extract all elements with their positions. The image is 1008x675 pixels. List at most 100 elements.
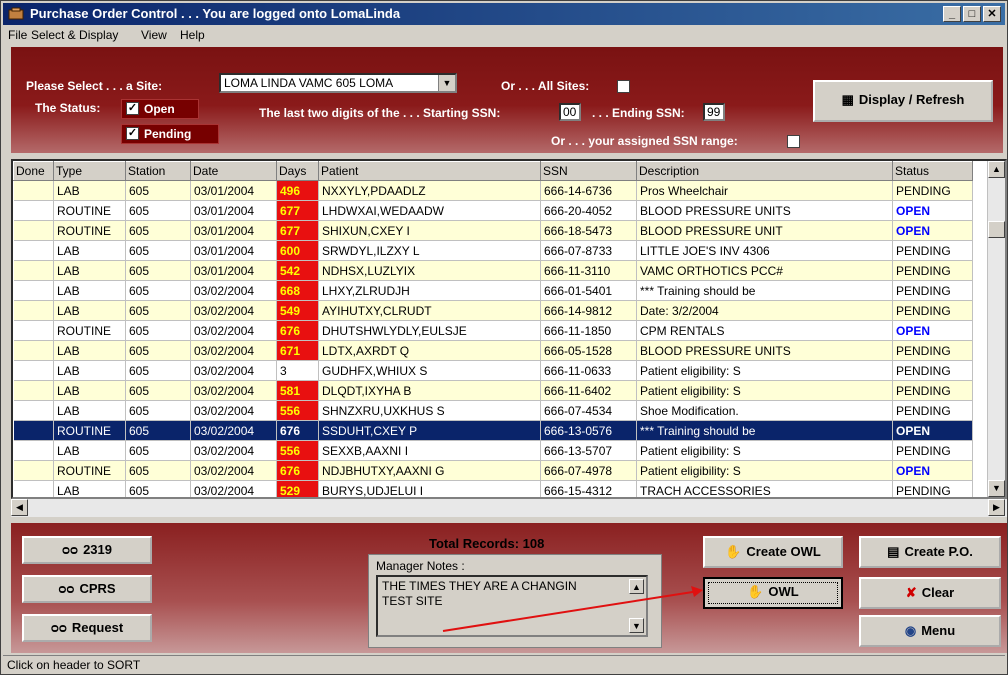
hand-icon: ✋	[747, 584, 764, 599]
cell-station: 605	[125, 440, 191, 461]
cell-type: ROUTINE	[53, 220, 126, 241]
cell-status: PENDING	[892, 440, 973, 461]
minimize-button[interactable]: _	[943, 6, 961, 22]
table-row[interactable]: LAB 605 03/02/2004 671 LDTX,AXRDT Q 666-05-15…	[13, 340, 973, 361]
pending-checkbox-group[interactable]: ✓ Pending	[121, 124, 219, 144]
total-records: Total Records: 108	[429, 536, 545, 551]
seal-icon: ◉	[904, 623, 917, 638]
cell-status: OPEN	[892, 460, 973, 481]
column-header-status[interactable]: Status	[892, 161, 973, 181]
table-row[interactable]: ROUTINE 605 03/01/2004 677 LHDWXAI,WEDAADW 66…	[13, 200, 973, 221]
cell-days: 677	[276, 200, 319, 221]
cell-station: 605	[125, 380, 191, 401]
column-header-patient[interactable]: Patient	[318, 161, 541, 181]
cell-status: OPEN	[892, 320, 973, 341]
btn-request[interactable]: ᴑᴑ Request	[22, 614, 152, 642]
table-row[interactable]: LAB 605 03/02/2004 556 SHNZXRU,UXKHUS S 666-0…	[13, 400, 973, 421]
cell-days: 676	[276, 320, 319, 341]
cell-date: 03/02/2004	[190, 380, 277, 401]
cell-patient: LDTX,AXRDT Q	[318, 340, 541, 361]
table-row[interactable]: LAB 605 03/02/2004 556 SEXXB,AAXNI I 666-13-5…	[13, 440, 973, 461]
column-header-ssn[interactable]: SSN	[540, 161, 637, 181]
table-row[interactable]: LAB 605 03/02/2004 529 BURYS,UDJELUI I 666-15…	[13, 480, 973, 497]
cell-type: LAB	[53, 440, 126, 461]
scroll-left-icon[interactable]: ◀	[11, 499, 28, 516]
cell-type: LAB	[53, 240, 126, 261]
column-header-done[interactable]: Done	[13, 161, 54, 181]
cell-description: Date: 3/2/2004	[636, 300, 893, 321]
column-header-station[interactable]: Station	[125, 161, 191, 181]
maximize-button[interactable]: □	[963, 6, 981, 22]
cell-ssn: 666-07-8733	[540, 240, 637, 261]
scroll-down-icon[interactable]: ▼	[988, 480, 1005, 497]
table-row[interactable]: ROUTINE 605 03/02/2004 676 SSDUHT,CXEY P 666-…	[13, 420, 973, 441]
cell-type: ROUTINE	[53, 320, 126, 341]
x-icon: ✘	[905, 585, 917, 600]
open-checkbox-group[interactable]: ✓ Open	[121, 99, 199, 119]
cell-description: BLOOD PRESSURE UNITS	[636, 200, 893, 221]
column-header-description[interactable]: Description	[636, 161, 893, 181]
cell-done	[13, 240, 54, 261]
cell-type: LAB	[53, 260, 126, 281]
cell-date: 03/02/2004	[190, 400, 277, 421]
cell-description: LITTLE JOE'S INV 4306	[636, 240, 893, 261]
cell-status: PENDING	[892, 340, 973, 361]
chevron-down-icon[interactable]: ▼	[438, 75, 455, 91]
btn-2319[interactable]: ᴑᴑ 2319	[22, 536, 152, 564]
assigned-ssn-checkbox[interactable]	[787, 135, 800, 148]
table-row[interactable]: LAB 605 03/01/2004 542 NDHSX,LUZLYIX 666-11-3…	[13, 260, 973, 281]
scroll-right-icon[interactable]: ▶	[988, 499, 1005, 516]
display-refresh-button[interactable]: ▦ Display / Refresh	[813, 80, 993, 122]
cell-patient: DLQDT,IXYHA B	[318, 380, 541, 401]
cell-patient: DHUTSHWLYDLY,EULSJE	[318, 320, 541, 341]
menu-select-display[interactable]: Select & Display	[31, 28, 118, 42]
cell-ssn: 666-11-0633	[540, 360, 637, 381]
menu-help[interactable]: Help	[180, 28, 205, 42]
table-row[interactable]: ROUTINE 605 03/02/2004 676 NDJBHUTXY,AAXNI G…	[13, 460, 973, 481]
menu-button[interactable]: ◉ Menu	[859, 615, 1001, 647]
cell-ssn: 666-13-0576	[540, 420, 637, 441]
close-button[interactable]: ✕	[983, 6, 1001, 22]
start-ssn-input[interactable]: 00	[559, 103, 581, 121]
cell-ssn: 666-20-4052	[540, 200, 637, 221]
cell-days: 581	[276, 380, 319, 401]
all-sites-checkbox[interactable]	[617, 80, 630, 93]
table-row[interactable]: LAB 605 03/02/2004 549 AYIHUTXY,CLRUDT 666-14…	[13, 300, 973, 321]
cell-ssn: 666-11-6402	[540, 380, 637, 401]
column-header-date[interactable]: Date	[190, 161, 277, 181]
create-owl-button[interactable]: ✋ Create OWL	[703, 536, 843, 568]
pending-checkbox[interactable]: ✓	[126, 127, 139, 140]
table-row[interactable]: LAB 605 03/02/2004 668 LHXY,ZLRUDJH 666-01-54…	[13, 280, 973, 301]
cell-type: ROUTINE	[53, 460, 126, 481]
table-row[interactable]: ROUTINE 605 03/02/2004 676 DHUTSHWLYDLY,EULS…	[13, 320, 973, 341]
cell-description: Pros Wheelchair	[636, 180, 893, 201]
clear-button[interactable]: ✘ Clear	[859, 577, 1001, 609]
btn-cprs[interactable]: ᴑᴑ CPRS	[22, 575, 152, 603]
table-row[interactable]: LAB 605 03/01/2004 496 NXXYLY,PDAADLZ 666-14-…	[13, 180, 973, 201]
menu-file[interactable]: File	[8, 28, 27, 42]
cell-station: 605	[125, 180, 191, 201]
vertical-scrollbar[interactable]: ▲ ▼	[987, 161, 1005, 497]
create-po-button[interactable]: ▤ Create P.O.	[859, 536, 1001, 568]
column-header-days[interactable]: Days	[276, 161, 319, 181]
cell-date: 03/01/2004	[190, 200, 277, 221]
title-bar[interactable]: Purchase Order Control . . . You are log…	[3, 3, 1005, 25]
open-checkbox[interactable]: ✓	[126, 102, 139, 115]
table-row[interactable]: ROUTINE 605 03/01/2004 677 SHIXUN,CXEY I 666-…	[13, 220, 973, 241]
table-row[interactable]: LAB 605 03/02/2004 581 DLQDT,IXYHA B 666-11-6…	[13, 380, 973, 401]
cell-done	[13, 440, 54, 461]
end-ssn-input[interactable]: 99	[703, 103, 725, 121]
status-text: Click on header to SORT	[7, 658, 141, 672]
horizontal-scrollbar[interactable]: ◀ ▶	[11, 499, 1007, 517]
owl-button[interactable]: ✋ OWL	[703, 577, 843, 609]
table-row[interactable]: LAB 605 03/01/2004 600 SRWDYL,ILZXY L 666-07-…	[13, 240, 973, 261]
scroll-up-icon[interactable]: ▲	[988, 161, 1005, 178]
cell-description: Patient eligibility: S	[636, 360, 893, 381]
cell-patient: NDHSX,LUZLYIX	[318, 260, 541, 281]
menu-view[interactable]: View	[141, 28, 167, 42]
table-row[interactable]: LAB 605 03/02/2004 3 GUDHFX,WHIUX S 666-11-06…	[13, 360, 973, 381]
scroll-thumb[interactable]	[988, 221, 1005, 238]
column-header-type[interactable]: Type	[53, 161, 126, 181]
site-select[interactable]: LOMA LINDA VAMC 605 LOMA ▼	[219, 73, 457, 93]
cell-done	[13, 480, 54, 497]
